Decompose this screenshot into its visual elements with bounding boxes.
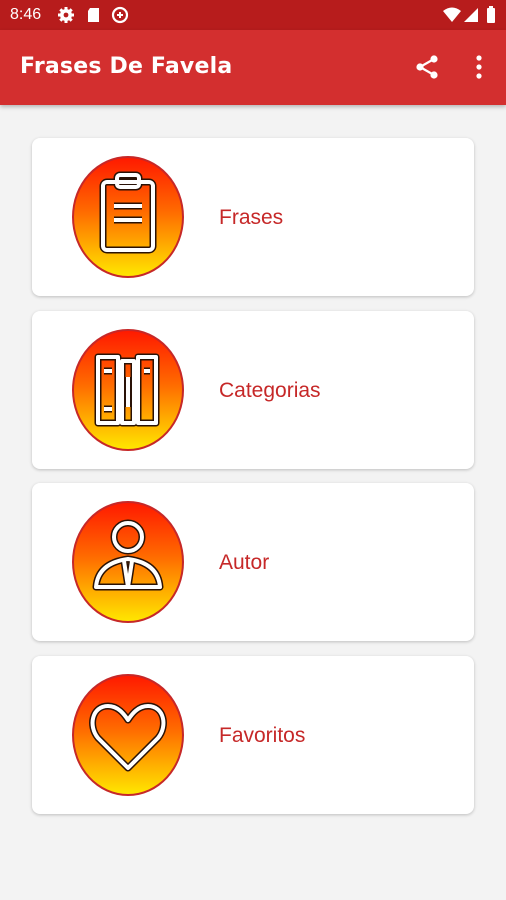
heart-icon	[89, 702, 167, 772]
app-title: Frases De Favela	[20, 54, 233, 79]
sd-card-icon	[88, 8, 99, 22]
icon-circle	[72, 156, 184, 278]
menu-label-frases: Frases	[219, 206, 284, 229]
books-icon	[94, 353, 160, 427]
data-saver-icon	[111, 6, 129, 24]
share-icon	[416, 55, 438, 79]
cell-signal-icon	[464, 8, 478, 22]
status-time: 8:46	[10, 6, 42, 23]
overflow-menu-button[interactable]	[462, 50, 496, 84]
icon-circle	[72, 329, 184, 451]
menu-label-categorias: Categorias	[219, 379, 321, 402]
menu-card-categorias[interactable]: Categorias	[32, 311, 474, 469]
menu-card-favoritos[interactable]: Favoritos	[32, 656, 474, 814]
app-bar: Frases De Favela	[0, 30, 506, 105]
menu-label-favoritos: Favoritos	[219, 724, 306, 747]
icon-circle	[72, 501, 184, 623]
share-button[interactable]	[410, 50, 444, 84]
battery-icon	[487, 6, 495, 23]
menu-card-autor[interactable]: Autor	[32, 483, 474, 641]
person-icon	[92, 519, 164, 591]
menu-label-autor: Autor	[219, 551, 270, 574]
more-vert-icon	[476, 55, 482, 79]
status-bar: 8:46	[0, 0, 506, 30]
settings-icon	[58, 7, 74, 23]
clipboard-icon	[99, 171, 157, 254]
menu-card-frases[interactable]: Frases	[32, 138, 474, 296]
wifi-icon	[443, 7, 461, 22]
icon-circle	[72, 674, 184, 796]
